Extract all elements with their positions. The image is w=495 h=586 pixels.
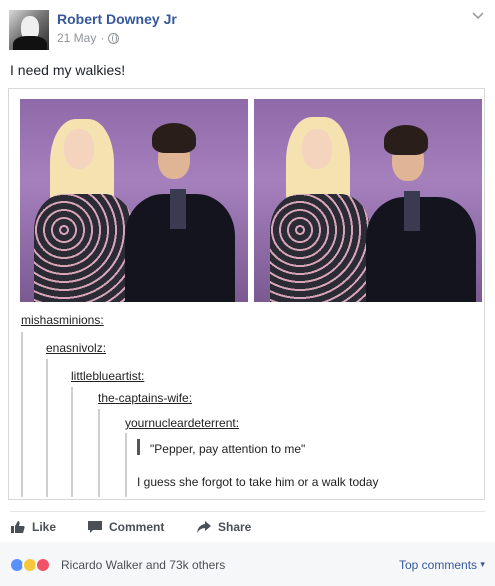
thread-user: littleblueartist: bbox=[71, 369, 145, 383]
reaction-icons[interactable] bbox=[9, 557, 61, 573]
chevron-down-icon: ▾ bbox=[480, 559, 485, 569]
post-date[interactable]: 21 May bbox=[57, 31, 96, 45]
photo-figure bbox=[302, 129, 332, 169]
reactions-bar: Ricardo Walker and 73k others Top commen… bbox=[0, 542, 495, 586]
post-meta: 21 May · bbox=[57, 31, 120, 45]
photo-figure bbox=[404, 191, 420, 231]
like-button[interactable]: Like bbox=[10, 520, 56, 534]
love-reaction-icon bbox=[35, 557, 51, 573]
share-label: Share bbox=[218, 520, 252, 534]
photo-figure bbox=[152, 123, 196, 153]
avatar[interactable] bbox=[9, 10, 49, 50]
divider bbox=[10, 511, 485, 512]
photo-figure bbox=[170, 189, 186, 229]
top-comments-dropdown[interactable]: Top comments ▾ bbox=[399, 558, 485, 572]
speech-bubble-icon bbox=[88, 521, 102, 533]
photo-figure bbox=[270, 194, 370, 302]
top-comments-label: Top comments bbox=[399, 558, 478, 572]
photo-figure bbox=[64, 129, 94, 169]
photo-figure bbox=[34, 194, 134, 302]
share-button[interactable]: Share bbox=[196, 520, 251, 534]
post-text: I need my walkies! bbox=[10, 62, 126, 78]
thread-user: the-captains-wife: bbox=[98, 391, 193, 405]
thread-indent-line bbox=[71, 387, 73, 497]
thread-user: mishasminions: bbox=[21, 313, 104, 327]
thumbs-up-icon bbox=[11, 521, 25, 533]
comment-button[interactable]: Comment bbox=[87, 520, 164, 534]
thread-indent-line bbox=[98, 409, 100, 497]
facebook-post: Robert Downey Jr 21 May · I need my walk… bbox=[0, 0, 495, 586]
quote-bar bbox=[137, 439, 140, 455]
thread-user: enasnivolz: bbox=[46, 341, 107, 355]
comment-label: Comment bbox=[109, 520, 165, 534]
photo-figure bbox=[366, 197, 476, 302]
thread-reply: I guess she forgot to take him or a walk… bbox=[137, 475, 379, 489]
photo-left bbox=[20, 99, 248, 302]
photo-figure bbox=[384, 125, 428, 155]
reaction-summary[interactable]: Ricardo Walker and 73k others bbox=[61, 558, 225, 572]
chevron-down-icon[interactable] bbox=[471, 11, 485, 21]
post-image[interactable]: mishasminions: enasnivolz: littleblueart… bbox=[8, 88, 485, 500]
thread-indent-line bbox=[46, 359, 48, 497]
photo-right bbox=[254, 99, 482, 302]
thread-quote: "Pepper, pay attention to me" bbox=[150, 442, 306, 456]
meta-separator: · bbox=[100, 31, 105, 45]
thread-user: yournucleardeterrent: bbox=[125, 416, 240, 430]
globe-icon bbox=[108, 32, 120, 44]
thread-indent-line bbox=[125, 433, 127, 497]
author-name[interactable]: Robert Downey Jr bbox=[57, 11, 177, 27]
avatar-shoulders bbox=[13, 36, 47, 50]
like-label: Like bbox=[32, 520, 57, 534]
share-arrow-icon bbox=[197, 521, 211, 533]
thread-indent-line bbox=[21, 332, 23, 497]
